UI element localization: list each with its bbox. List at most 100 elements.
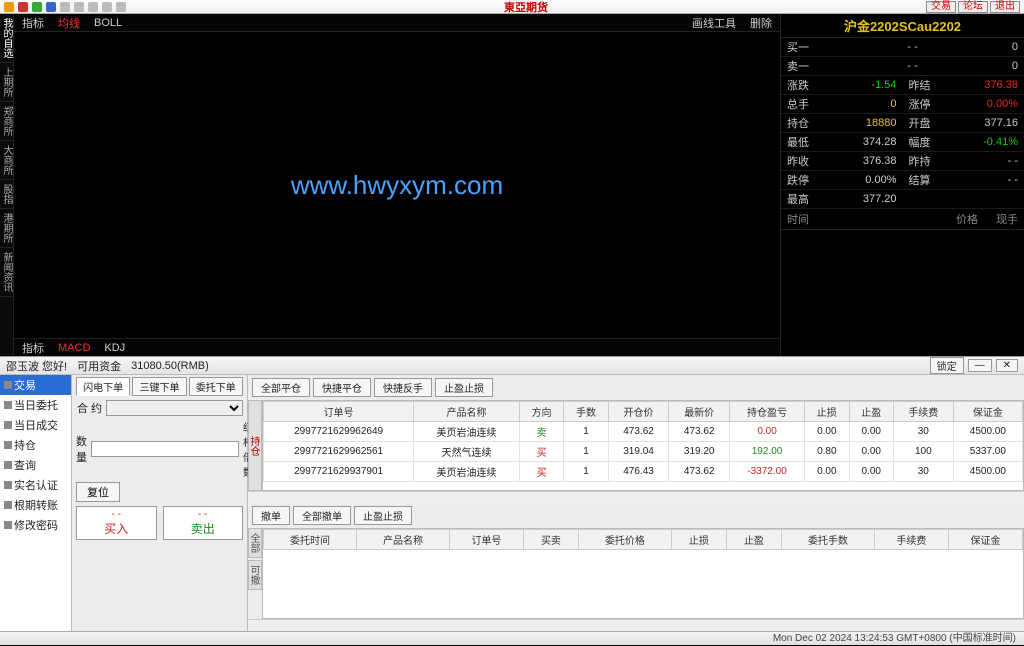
home-icon[interactable]	[18, 2, 28, 12]
bid1-vol: 0	[924, 38, 1024, 57]
ind2-macd[interactable]: MACD	[58, 342, 90, 354]
sidebar-item-czce[interactable]: 郑商所	[0, 102, 13, 141]
orders-grid[interactable]: 委托时间产品名称订单号买卖委托价格止损止盈委托手数手续费保证金	[262, 528, 1024, 619]
tool2-icon[interactable]	[60, 2, 70, 12]
verify-icon	[4, 481, 12, 489]
ask1-label: 卖一	[781, 57, 824, 76]
menu-positions[interactable]: 持仓	[0, 435, 71, 455]
quote-title: 沪金2202SCau2202	[781, 14, 1024, 38]
positions-icon	[4, 441, 12, 449]
delete-tool[interactable]: 删除	[750, 15, 772, 31]
ind2-kdj[interactable]: KDJ	[104, 342, 125, 354]
tab-entrust[interactable]: 委托下单	[189, 377, 243, 396]
ask1-price: - -	[824, 57, 924, 76]
trade-icon	[4, 381, 12, 389]
btn-quick-close[interactable]: 快捷平仓	[313, 378, 371, 397]
sidebar-item-dce[interactable]: 大商所	[0, 141, 13, 180]
lower-panel: 邵玉波 您好! 可用资金 31080.50(RMB) 锁定 — ✕ 交易 当日委…	[0, 356, 1024, 631]
menu-transfer[interactable]: 根期转账	[0, 495, 71, 515]
chart-column: 指标 均线 BOLL 画线工具 删除 www.hwyxym.com 指标 MAC…	[14, 14, 780, 356]
app-title: 東亞期货	[126, 0, 926, 15]
lower-topbar: 邵玉波 您好! 可用资金 31080.50(RMB) 锁定 — ✕	[0, 357, 1024, 375]
tool5-icon[interactable]	[102, 2, 112, 12]
btn-tpsl2[interactable]: 止盈止损	[354, 506, 412, 525]
deals-icon	[4, 421, 12, 429]
orders-cancelable-tab[interactable]: 可撤	[248, 560, 262, 590]
tick-price-h: 价格	[918, 211, 978, 227]
btn-close-all[interactable]: 全部平仓	[252, 378, 310, 397]
menu-password[interactable]: 修改密码	[0, 515, 71, 535]
main-row: 我的自选 上期所 郑商所 大商所 股指 港期所 新闻资讯 指标 均线 BOLL …	[0, 14, 1024, 356]
sidebar-item-news[interactable]: 新闻资讯	[0, 248, 13, 297]
ind2-label[interactable]: 指标	[22, 340, 44, 356]
ind-label[interactable]: 指标	[22, 15, 44, 31]
btn-cancel[interactable]: 撤单	[252, 506, 290, 525]
chart-area[interactable]: www.hwyxym.com	[14, 32, 780, 338]
scrollbar2[interactable]	[248, 619, 1024, 631]
transfer-icon	[4, 501, 12, 509]
lock-button[interactable]: 锁定	[930, 357, 964, 374]
watermark: www.hwyxym.com	[291, 170, 503, 201]
quote-panel: 沪金2202SCau2202 买一- -0 卖一- -0 涨跌-1.54昨结37…	[780, 14, 1024, 356]
tool4-icon[interactable]	[88, 2, 98, 12]
bid-ask-table: 买一- -0 卖一- -0	[781, 38, 1024, 76]
titlebar-right: 交易 论坛 退出	[926, 1, 1024, 13]
sell-button[interactable]: - -卖出	[163, 506, 244, 540]
btn-cancel-all[interactable]: 全部撤单	[293, 506, 351, 525]
left-sidebar: 我的自选 上期所 郑商所 大商所 股指 港期所 新闻资讯	[0, 14, 14, 356]
forum-button[interactable]: 论坛	[958, 1, 988, 13]
reset-button[interactable]: 复位	[76, 482, 120, 502]
menu-query[interactable]: 查询	[0, 455, 71, 475]
ind-boll[interactable]: BOLL	[94, 17, 122, 29]
scrollbar[interactable]	[248, 491, 1024, 503]
tick-time-h: 时间	[787, 211, 918, 227]
refresh-icon[interactable]	[32, 2, 42, 12]
ind-ma[interactable]: 均线	[58, 15, 80, 31]
tick-vol-h: 现手	[978, 211, 1018, 227]
order-form: 闪电下单 三键下单 委托下单 合 约 数 量红杆倍数 复位 - -买入 - -卖…	[72, 375, 248, 631]
btn-quick-reverse[interactable]: 快捷反手	[374, 378, 432, 397]
buy-button[interactable]: - -买入	[76, 506, 157, 540]
status-bar: Mon Dec 02 2024 13:24:53 GMT+0800 (中国标准时…	[0, 631, 1024, 645]
query-icon	[4, 461, 12, 469]
greeting: 邵玉波 您好!	[6, 358, 67, 374]
tab-threekey[interactable]: 三键下单	[132, 377, 186, 396]
menu-today-orders[interactable]: 当日委托	[0, 395, 71, 415]
back-icon[interactable]	[4, 2, 14, 12]
tool1-icon[interactable]	[46, 2, 56, 12]
close-button[interactable]: ✕	[996, 359, 1018, 372]
qty-input[interactable]	[91, 441, 239, 457]
bid1-price: - -	[824, 38, 924, 57]
draw-tool[interactable]: 画线工具	[692, 15, 736, 31]
quote-stats-table: 涨跌-1.54昨结376.38总手0涨停0.00%持仓18880开盘377.16…	[781, 76, 1024, 209]
sidebar-item-shfe[interactable]: 上期所	[0, 63, 13, 102]
ask1-vol: 0	[924, 57, 1024, 76]
menu-column: 交易 当日委托 当日成交 持仓 查询 实名认证 根期转账 修改密码	[0, 375, 72, 631]
bid1-label: 买一	[781, 38, 824, 57]
tool3-icon[interactable]	[74, 2, 84, 12]
funds-value: 31080.50(RMB)	[131, 360, 209, 372]
tool6-icon[interactable]	[116, 2, 126, 12]
qty-label: 数 量	[76, 433, 87, 465]
sidebar-item-index[interactable]: 股指	[0, 180, 13, 209]
minimize-button[interactable]: —	[968, 359, 992, 372]
funds-label: 可用资金	[77, 358, 121, 374]
trade-button[interactable]: 交易	[926, 1, 956, 13]
tab-flash[interactable]: 闪电下单	[76, 377, 130, 396]
btn-tpsl[interactable]: 止盈止损	[435, 378, 493, 397]
sidebar-item-fav[interactable]: 我的自选	[0, 14, 13, 63]
orders-all-tab[interactable]: 全部	[248, 528, 262, 558]
orders-icon	[4, 401, 12, 409]
positions-grid[interactable]: 订单号产品名称方向手数开仓价最新价持仓盈亏止损止盈手续费保证金299772162…	[262, 400, 1024, 491]
indicator-bar-bottom: 指标 MACD KDJ	[14, 338, 780, 356]
contract-select[interactable]	[106, 400, 243, 416]
menu-trade[interactable]: 交易	[0, 375, 71, 395]
tick-header: 时间 价格 现手	[781, 209, 1024, 230]
menu-today-deals[interactable]: 当日成交	[0, 415, 71, 435]
sidebar-item-hk[interactable]: 港期所	[0, 209, 13, 248]
password-icon	[4, 521, 12, 529]
menu-verify[interactable]: 实名认证	[0, 475, 71, 495]
exit-button[interactable]: 退出	[990, 1, 1020, 13]
indicator-bar-top: 指标 均线 BOLL 画线工具 删除	[14, 14, 780, 32]
positions-side-tab[interactable]: 持仓	[248, 400, 262, 491]
